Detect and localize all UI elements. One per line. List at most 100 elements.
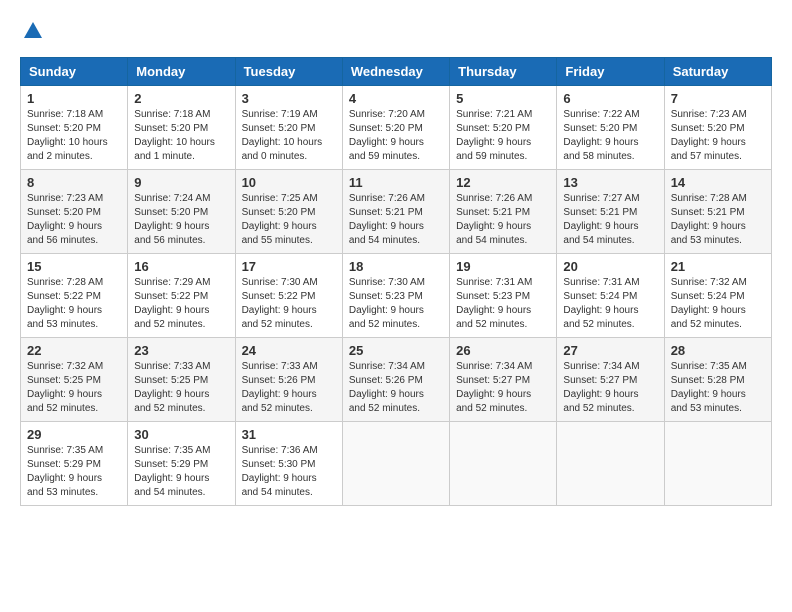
calendar-day-cell: 2Sunrise: 7:18 AM Sunset: 5:20 PM Daylig… [128,86,235,170]
day-info: Sunrise: 7:34 AM Sunset: 5:27 PM Dayligh… [456,360,550,416]
calendar-week-row: 29 Sunrise: 7:35 AM Sunset: 5:29 PM Dayli… [21,422,772,506]
day-info: Sunrise: 7:30 AM Sunset: 5:23 PM Dayligh… [349,276,443,332]
day-number: 11 [349,175,443,190]
day-number: 10 [242,175,336,190]
calendar-day-cell: 6 Sunrise: 7:22 AM Sunset: 5:20 PM Daylig… [557,86,664,170]
calendar-day-cell [664,422,771,506]
calendar-week-row: 8 Sunrise: 7:23 AM Sunset: 5:20 PM Daylig… [21,170,772,254]
day-number: 20 [563,259,657,274]
calendar-day-cell: 22Sunrise: 7:32 AM Sunset: 5:25 PM Dayli… [21,338,128,422]
calendar-day-cell: 4Sunrise: 7:20 AM Sunset: 5:20 PM Daylig… [342,86,449,170]
day-number: 1 [27,91,121,106]
day-info: Sunrise: 7:26 AM Sunset: 5:21 PM Dayligh… [456,192,550,248]
day-info: Sunrise: 7:35 AM Sunset: 5:29 PM Dayligh… [134,444,228,500]
day-number: 7 [671,91,765,106]
day-number: 27 [563,343,657,358]
day-number: 19 [456,259,550,274]
day-number: 21 [671,259,765,274]
day-info: Sunrise: 7:23 AM Sunset: 5:20 PM Dayligh… [27,192,121,248]
calendar-day-cell: 21 Sunrise: 7:32 AM Sunset: 5:24 PM Dayli… [664,254,771,338]
day-info: Sunrise: 7:31 AM Sunset: 5:23 PM Dayligh… [456,276,550,332]
calendar-day-cell [557,422,664,506]
calendar-header-cell: Tuesday [235,58,342,86]
day-info: Sunrise: 7:29 AM Sunset: 5:22 PM Dayligh… [134,276,228,332]
calendar-day-cell: 16 Sunrise: 7:29 AM Sunset: 5:22 PM Dayli… [128,254,235,338]
day-number: 9 [134,175,228,190]
day-number: 15 [27,259,121,274]
day-info: Sunrise: 7:24 AM Sunset: 5:20 PM Dayligh… [134,192,228,248]
calendar-day-cell: 20 Sunrise: 7:31 AM Sunset: 5:24 PM Dayli… [557,254,664,338]
page-header [20,20,772,47]
day-number: 17 [242,259,336,274]
day-info: Sunrise: 7:20 AM Sunset: 5:20 PM Dayligh… [349,108,443,164]
calendar-header-cell: Saturday [664,58,771,86]
calendar-day-cell: 15 Sunrise: 7:28 AM Sunset: 5:22 PM Dayli… [21,254,128,338]
calendar-header-cell: Sunday [21,58,128,86]
calendar-day-cell: 8 Sunrise: 7:23 AM Sunset: 5:20 PM Daylig… [21,170,128,254]
day-info: Sunrise: 7:33 AM Sunset: 5:25 PM Dayligh… [134,360,228,416]
day-number: 3 [242,91,336,106]
day-info: Sunrise: 7:27 AM Sunset: 5:21 PM Dayligh… [563,192,657,248]
day-number: 5 [456,91,550,106]
day-number: 26 [456,343,550,358]
day-number: 28 [671,343,765,358]
day-info: Sunrise: 7:28 AM Sunset: 5:21 PM Dayligh… [671,192,765,248]
day-number: 18 [349,259,443,274]
logo-icon [22,20,44,42]
day-number: 31 [242,427,336,442]
calendar-day-cell [342,422,449,506]
calendar-day-cell: 10 Sunrise: 7:25 AM Sunset: 5:20 PM Dayli… [235,170,342,254]
day-info: Sunrise: 7:34 AM Sunset: 5:26 PM Dayligh… [349,360,443,416]
calendar-day-cell: 24Sunrise: 7:33 AM Sunset: 5:26 PM Dayli… [235,338,342,422]
calendar-body: 1 Sunrise: 7:18 AM Sunset: 5:20 PM Daylig… [21,86,772,506]
day-number: 16 [134,259,228,274]
day-info: Sunrise: 7:35 AM Sunset: 5:29 PM Dayligh… [27,444,121,500]
day-info: Sunrise: 7:32 AM Sunset: 5:25 PM Dayligh… [27,360,121,416]
day-info: Sunrise: 7:34 AM Sunset: 5:27 PM Dayligh… [563,360,657,416]
calendar-day-cell: 13Sunrise: 7:27 AM Sunset: 5:21 PM Dayli… [557,170,664,254]
day-info: Sunrise: 7:36 AM Sunset: 5:30 PM Dayligh… [242,444,336,500]
day-number: 30 [134,427,228,442]
day-info: Sunrise: 7:30 AM Sunset: 5:22 PM Dayligh… [242,276,336,332]
calendar-day-cell: 26 Sunrise: 7:34 AM Sunset: 5:27 PM Dayli… [450,338,557,422]
calendar-day-cell: 7 Sunrise: 7:23 AM Sunset: 5:20 PM Daylig… [664,86,771,170]
day-number: 23 [134,343,228,358]
calendar-day-cell: 11 Sunrise: 7:26 AM Sunset: 5:21 PM Dayli… [342,170,449,254]
calendar-header-cell: Thursday [450,58,557,86]
day-info: Sunrise: 7:32 AM Sunset: 5:24 PM Dayligh… [671,276,765,332]
calendar-day-cell: 3 Sunrise: 7:19 AM Sunset: 5:20 PM Daylig… [235,86,342,170]
day-number: 8 [27,175,121,190]
calendar-day-cell: 25 Sunrise: 7:34 AM Sunset: 5:26 PM Dayli… [342,338,449,422]
day-number: 25 [349,343,443,358]
calendar-day-cell: 30 Sunrise: 7:35 AM Sunset: 5:29 PM Dayli… [128,422,235,506]
calendar-week-row: 1 Sunrise: 7:18 AM Sunset: 5:20 PM Daylig… [21,86,772,170]
day-info: Sunrise: 7:18 AM Sunset: 5:20 PM Dayligh… [27,108,121,164]
calendar-day-cell: 5 Sunrise: 7:21 AM Sunset: 5:20 PM Daylig… [450,86,557,170]
day-info: Sunrise: 7:28 AM Sunset: 5:22 PM Dayligh… [27,276,121,332]
day-info: Sunrise: 7:19 AM Sunset: 5:20 PM Dayligh… [242,108,336,164]
day-info: Sunrise: 7:33 AM Sunset: 5:26 PM Dayligh… [242,360,336,416]
calendar-day-cell: 12 Sunrise: 7:26 AM Sunset: 5:21 PM Dayli… [450,170,557,254]
calendar-header-cell: Monday [128,58,235,86]
day-info: Sunrise: 7:26 AM Sunset: 5:21 PM Dayligh… [349,192,443,248]
day-info: Sunrise: 7:22 AM Sunset: 5:20 PM Dayligh… [563,108,657,164]
day-info: Sunrise: 7:31 AM Sunset: 5:24 PM Dayligh… [563,276,657,332]
calendar-day-cell: 14 Sunrise: 7:28 AM Sunset: 5:21 PM Dayli… [664,170,771,254]
day-info: Sunrise: 7:25 AM Sunset: 5:20 PM Dayligh… [242,192,336,248]
day-number: 29 [27,427,121,442]
day-number: 12 [456,175,550,190]
calendar-day-cell: 31 Sunrise: 7:36 AM Sunset: 5:30 PM Dayli… [235,422,342,506]
day-info: Sunrise: 7:21 AM Sunset: 5:20 PM Dayligh… [456,108,550,164]
day-info: Sunrise: 7:23 AM Sunset: 5:20 PM Dayligh… [671,108,765,164]
day-info: Sunrise: 7:35 AM Sunset: 5:28 PM Dayligh… [671,360,765,416]
calendar-day-cell: 23 Sunrise: 7:33 AM Sunset: 5:25 PM Dayli… [128,338,235,422]
day-info: Sunrise: 7:18 AM Sunset: 5:20 PM Dayligh… [134,108,228,164]
day-number: 14 [671,175,765,190]
calendar-day-cell: 18 Sunrise: 7:30 AM Sunset: 5:23 PM Dayli… [342,254,449,338]
calendar-week-row: 15 Sunrise: 7:28 AM Sunset: 5:22 PM Dayli… [21,254,772,338]
calendar-day-cell: 1 Sunrise: 7:18 AM Sunset: 5:20 PM Daylig… [21,86,128,170]
calendar-day-cell: 27 Sunrise: 7:34 AM Sunset: 5:27 PM Dayli… [557,338,664,422]
calendar-header-row: SundayMondayTuesdayWednesdayThursdayFrid… [21,58,772,86]
calendar-week-row: 22Sunrise: 7:32 AM Sunset: 5:25 PM Dayli… [21,338,772,422]
day-number: 6 [563,91,657,106]
